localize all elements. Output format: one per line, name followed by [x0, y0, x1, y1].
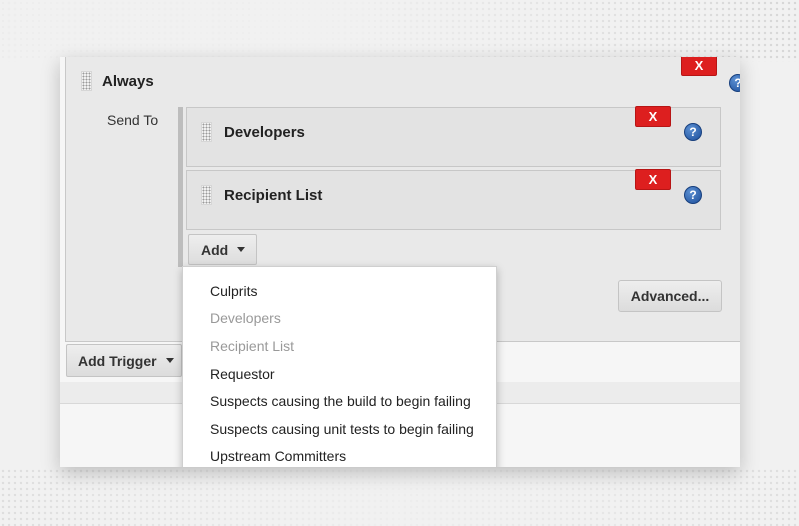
drag-handle-icon[interactable]: [81, 71, 92, 91]
drag-handle-icon[interactable]: [201, 122, 212, 142]
add-trigger-label: Add Trigger: [78, 352, 157, 369]
background-dots: [0, 468, 799, 526]
add-trigger-button[interactable]: Add Trigger: [66, 344, 182, 377]
send-to-label: Send To: [107, 112, 159, 128]
recipient-card-developers: Developers X ?: [186, 106, 721, 167]
recipient-title: Developers: [224, 124, 305, 141]
advanced-button[interactable]: Advanced...: [618, 280, 722, 312]
delete-recipient-button[interactable]: X: [635, 106, 671, 127]
background-dots: [0, 0, 799, 62]
delete-recipient-button[interactable]: X: [635, 169, 671, 190]
add-button-label: Add: [201, 241, 229, 258]
add-recipient-button[interactable]: Add: [188, 234, 257, 265]
menu-item-culprits[interactable]: Culprits: [183, 277, 496, 305]
recipient-title: Recipient List: [224, 187, 323, 204]
caret-down-icon: [237, 247, 246, 252]
send-to-indent-bar: [178, 107, 183, 267]
recipient-card-recipient-list: Recipient List X ?: [186, 169, 721, 230]
email-trigger-panel: Always X Send To Developers X ? Recipien…: [60, 57, 740, 467]
menu-item-suspects-unit-tests[interactable]: Suspects causing unit tests to begin fai…: [183, 415, 496, 443]
menu-item-recipient-list: Recipient List: [210, 337, 295, 354]
caret-down-icon: [165, 358, 174, 363]
add-recipient-dropdown-menu: Culprits Developers Recipient List Reque…: [182, 266, 497, 467]
menu-item-upstream-committers[interactable]: Upstream Committers: [183, 443, 496, 467]
drag-handle-icon[interactable]: [201, 185, 212, 205]
menu-item-developers: Developers: [210, 310, 281, 327]
help-icon[interactable]: ?: [729, 74, 740, 92]
trigger-title: Always: [102, 73, 154, 90]
delete-trigger-button[interactable]: X: [681, 57, 717, 76]
menu-item-requestor[interactable]: Requestor: [183, 360, 496, 388]
help-icon[interactable]: ?: [684, 123, 702, 141]
menu-item-suspects-build[interactable]: Suspects causing the build to begin fail…: [183, 387, 496, 415]
help-icon[interactable]: ?: [684, 186, 702, 204]
